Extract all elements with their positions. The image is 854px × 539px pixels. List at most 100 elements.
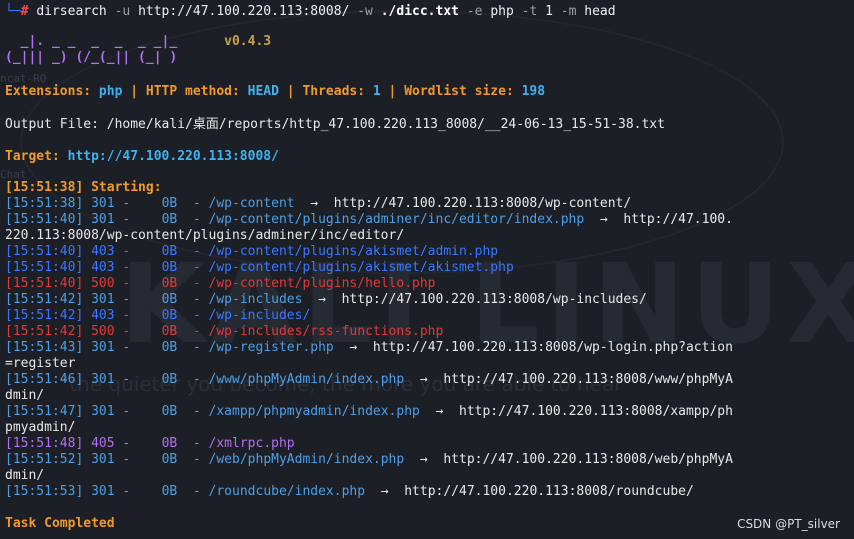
task-completed: Task Completed (5, 516, 115, 531)
result-size: 0B (161, 308, 178, 323)
result-redirect: http://47.100.220.113:8008/xampp/ph (459, 404, 733, 419)
result-row: [15:51:48] 405 - 0B - /xmlrpc.php (5, 436, 295, 451)
result-time: [15:51:38] (5, 196, 84, 211)
redirect-arrow: → (435, 404, 444, 419)
result-row: [15:51:38] 301 - 0B - /wp-content → http… (5, 196, 632, 211)
target-url: http://47.100.220.113:8008/ (67, 149, 279, 164)
redirect-arrow: → (599, 212, 608, 227)
result-size: 0B (161, 292, 178, 307)
result-continuation: =register (5, 356, 76, 371)
result-size: 0B (161, 276, 178, 291)
wordlist-value: 198 (521, 84, 546, 99)
redirect-arrow: → (419, 372, 428, 387)
result-continuation: pmyadmin/ (5, 420, 76, 435)
result-size: 0B (161, 260, 178, 275)
target-label: Target: (5, 149, 60, 164)
result-status: 403 (91, 260, 115, 275)
result-row: [15:51:42] 500 - 0B - /wp-includes/rss-f… (5, 324, 444, 339)
version-label: v0.4.3 (224, 34, 272, 49)
prompt-corner: └─ (5, 4, 21, 19)
result-row: [15:51:40] 403 - 0B - /wp-content/plugin… (5, 260, 514, 275)
result-path: /wp-content (208, 196, 295, 211)
cmd-flag: -u (114, 4, 131, 19)
result-path: /wp-content/plugins/hello.php (208, 276, 436, 291)
cmd-flag: -w (357, 4, 373, 19)
result-path: /wp-includes/rss-functions.php (208, 324, 444, 339)
result-time: [15:51:40] (5, 260, 84, 275)
result-row: [15:51:42] 403 - 0B - /wp-includes/ (5, 308, 311, 323)
result-status: 301 (91, 372, 115, 387)
prompt-symbol: # (20, 4, 29, 19)
result-continuation: dmin/ (5, 388, 45, 403)
result-path: /wp-includes/ (208, 308, 311, 323)
result-size: 0B (161, 484, 178, 499)
result-path: /roundcube/index.php (208, 484, 366, 499)
result-status: 500 (91, 276, 115, 291)
result-row: [15:51:47] 301 - 0B - /xampp/phpmyadmin/… (5, 404, 733, 419)
banner-art-line2: (_||| _) (/_(_|| (_| ) (5, 50, 178, 65)
result-row: [15:51:46] 301 - 0B - /www/phpMyAdmin/in… (5, 372, 733, 387)
result-path: /web/phpMyAdmin/index.php (208, 452, 405, 467)
result-status: 301 (91, 212, 115, 227)
config-line: Extensions: php | HTTP method: HEAD | Th… (5, 84, 545, 100)
method-label: HTTP method: (145, 84, 240, 99)
threads-label: Threads: (302, 84, 366, 99)
target-line: Target: http://47.100.220.113:8008/ (5, 149, 279, 165)
ext-label: Extensions: (5, 84, 92, 99)
result-time: [15:51:42] (5, 308, 84, 323)
result-row: [15:51:40] 301 - 0B - /wp-content/plugin… (5, 212, 733, 227)
result-row: [15:51:40] 403 - 0B - /wp-content/plugin… (5, 244, 499, 259)
redirect-arrow: → (349, 340, 358, 355)
result-redirect: http://47.100.220.113:8008/www/phpMyA (443, 372, 733, 387)
result-redirect: http://47.100.220.113:8008/roundcube/ (404, 484, 694, 499)
result-size: 0B (161, 452, 178, 467)
result-redirect: http://47.100.220.113:8008/wp-login.php?… (372, 340, 733, 355)
result-size: 0B (161, 212, 178, 227)
result-size: 0B (161, 196, 178, 211)
result-redirect: http://47.100.220.113:8008/wp-content/ (333, 196, 632, 211)
cmd-program: dirsearch (36, 4, 107, 19)
result-path: /wp-content/plugins/adminer/inc/editor/i… (208, 212, 585, 227)
result-status: 301 (91, 452, 115, 467)
result-size: 0B (161, 372, 178, 387)
result-status: 301 (91, 484, 115, 499)
result-path: /wp-content/plugins/akismet/admin.php (208, 244, 499, 259)
result-time: [15:51:42] (5, 324, 84, 339)
result-continuation: dmin/ (5, 468, 45, 483)
result-redirect: http://47.100.220.113:8008/wp-includes/ (341, 292, 647, 307)
result-redirect: http://47.100.220.113:8008/web/phpMyA (443, 452, 733, 467)
result-time: [15:51:40] (5, 212, 84, 227)
terminal-window[interactable]: KALI LINUX "the quieter you become, the … (0, 0, 854, 539)
starting-line: [15:51:38] Starting: (5, 180, 162, 195)
cmd-flag: -e (466, 4, 483, 19)
separator: | (388, 84, 397, 99)
result-status: 500 (91, 324, 115, 339)
result-size: 0B (161, 436, 178, 451)
cmd-url: http://47.100.220.113:8008/ (138, 4, 350, 19)
result-size: 0B (161, 324, 178, 339)
result-status: 405 (91, 436, 115, 451)
result-size: 0B (161, 244, 178, 259)
result-redirect: http://47.100. (623, 212, 733, 227)
csdn-watermark: CSDN @PT_silver (737, 517, 840, 531)
result-status: 403 (91, 308, 115, 323)
result-time: [15:51:40] (5, 244, 84, 259)
result-path: /wp-content/plugins/akismet/akismet.php (208, 260, 514, 275)
result-status: 301 (91, 404, 115, 419)
output-file-line: Output File: /home/kali/桌面/reports/http_… (5, 117, 665, 132)
banner-art-line1: _|. _ _ _ _ _ _|_ v0.4.3 (5, 34, 272, 49)
ext-value: php (98, 84, 123, 99)
result-row: [15:51:53] 301 - 0B - /roundcube/index.p… (5, 484, 694, 499)
redirect-arrow: → (419, 452, 428, 467)
result-status: 301 (91, 340, 115, 355)
result-time: [15:51:40] (5, 276, 84, 291)
wordlist-label: Wordlist size: (404, 84, 514, 99)
result-time: [15:51:47] (5, 404, 84, 419)
separator: | (130, 84, 139, 99)
method-value: HEAD (247, 84, 279, 99)
result-time: [15:51:42] (5, 292, 84, 307)
redirect-arrow: → (318, 292, 326, 307)
result-continuation: 220.113:8008/wp-content/plugins/adminer/… (5, 228, 405, 243)
cmd-ext: php (490, 4, 514, 19)
result-size: 0B (161, 404, 178, 419)
